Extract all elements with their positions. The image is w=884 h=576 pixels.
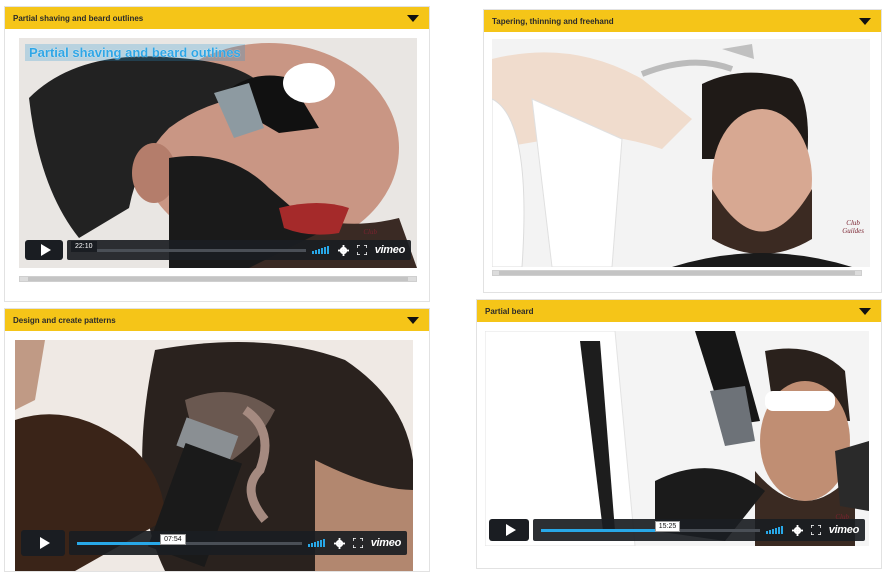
video-player[interactable]: Partial shaving and beard outlines Club … [19,38,417,268]
progress-bar[interactable]: 15:25 [541,520,760,532]
video-controls: 15:25 vimeo [489,519,865,541]
vimeo-logo[interactable]: vimeo [829,524,860,536]
progress-bar[interactable]: 07:54 [77,533,302,545]
gear-icon[interactable] [792,524,804,536]
fullscreen-icon[interactable] [352,537,364,549]
scrollbar-thumb[interactable] [28,277,408,281]
fullscreen-icon[interactable] [356,244,368,256]
play-icon [39,537,50,549]
scrollbar-thumb[interactable] [499,271,855,275]
volume-icon[interactable] [307,539,325,547]
video-frame[interactable]: Club Guildes [492,39,870,267]
video-frame [19,38,417,268]
progress-fill [541,528,662,532]
progress-fill [77,541,167,545]
time-display: 07:54 [160,533,186,545]
play-icon [40,244,51,256]
play-button[interactable] [21,530,65,556]
video-frame-image [492,39,870,267]
control-bar: 22:10 vimeo [67,240,411,260]
horizontal-scrollbar[interactable] [492,270,862,276]
video-panel-partial-shaving: Partial shaving and beard outlines Parti… [4,6,430,302]
panel-title: Tapering, thinning and freehand [492,16,614,26]
play-icon [505,524,516,536]
panel-header[interactable]: Tapering, thinning and freehand [484,10,881,32]
panel-title: Design and create patterns [13,315,116,325]
video-panel-design-patterns: Design and create patterns 07:54 vimeo [4,308,430,572]
video-frame [485,331,869,546]
caret-down-icon[interactable] [407,316,419,324]
video-overlay-title: Partial shaving and beard outlines [25,44,245,61]
vimeo-logo[interactable]: vimeo [375,244,406,256]
panel-header[interactable]: Partial shaving and beard outlines [5,7,429,29]
panel-title: Partial beard [485,306,534,316]
watermark-logo: Club [363,228,377,236]
fullscreen-icon[interactable] [810,524,822,536]
volume-icon[interactable] [311,246,329,254]
play-button[interactable] [489,519,529,541]
time-display: 22:10 [71,240,97,252]
video-player[interactable]: Club 15:25 vimeo [485,331,869,546]
video-panel-partial-beard: Partial beard Club 15:25 vimeo [476,299,882,569]
caret-down-icon[interactable] [859,307,871,315]
control-bar: 15:25 vimeo [533,519,865,541]
progress-bar[interactable]: 22:10 [71,240,306,252]
play-button[interactable] [25,240,63,260]
video-panel-tapering: Tapering, thinning and freehand Club Guil… [483,9,882,293]
panel-header[interactable]: Design and create patterns [5,309,429,331]
video-player[interactable]: 07:54 vimeo [15,340,413,571]
gear-icon[interactable] [334,537,346,549]
caret-down-icon[interactable] [407,14,419,22]
vimeo-logo[interactable]: vimeo [371,537,402,549]
video-controls: 07:54 vimeo [21,530,407,556]
control-bar: 07:54 vimeo [69,531,407,555]
caret-down-icon[interactable] [859,17,871,25]
panel-header[interactable]: Partial beard [477,300,881,322]
volume-icon[interactable] [765,526,783,534]
watermark-logo: Club Guildes [842,219,864,235]
horizontal-scrollbar[interactable] [19,276,417,282]
video-controls: 22:10 vimeo [25,239,411,261]
gear-icon[interactable] [338,244,350,256]
panel-title: Partial shaving and beard outlines [13,13,144,23]
time-display: 15:25 [654,520,681,532]
